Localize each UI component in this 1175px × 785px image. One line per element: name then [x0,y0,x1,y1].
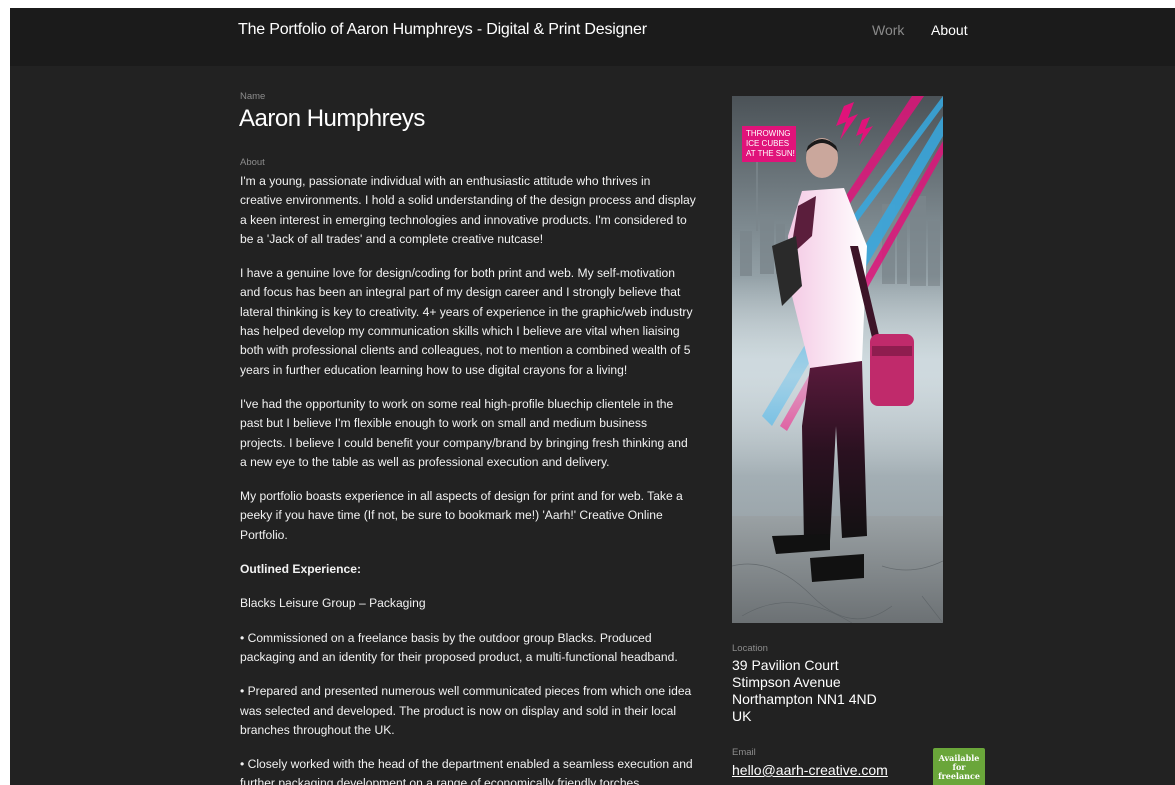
badge-line: freelance [938,771,980,781]
nav-about-link[interactable]: About [931,22,968,38]
sign-line: THROWING [746,129,790,138]
email-label: Email [732,747,756,758]
experience-heading: Outlined Experience: [240,562,361,577]
experience-item: • Prepared and presented numerous well c… [240,684,692,737]
nav-work-link[interactable]: Work [872,22,904,38]
location-label: Location [732,643,768,654]
about-paragraph: I've had the opportunity to work on some… [240,396,688,469]
address-line: Northampton NN1 4ND [732,691,877,707]
experience-item: Blacks Leisure Group – Packaging [240,596,426,611]
location-address: 39 Pavilion Court Stimpson Avenue Northa… [732,657,877,725]
profile-photo: THROWING ICE CUBES AT THE SUN! [732,96,943,623]
address-line: Stimpson Avenue [732,674,841,690]
sign-line: ICE CUBES [746,139,789,148]
experience-item: • Closely worked with the head of the de… [240,757,693,785]
sign-line: AT THE SUN! [746,149,795,158]
about-paragraph: I'm a young, passionate individual with … [240,174,696,246]
email-link[interactable]: hello@aarh-creative.com [732,762,888,778]
about-label: About [240,157,265,168]
address-line: 39 Pavilion Court [732,657,839,673]
about-paragraph: I have a genuine love for design/coding … [240,266,693,377]
about-paragraph: My portfolio boasts experience in all as… [240,489,683,542]
about-body: I'm a young, passionate individual with … [240,172,696,785]
available-for-freelance-badge[interactable]: Available for freelance [933,748,985,785]
address-line: UK [732,708,752,724]
site-title: The Portfolio of Aaron Humphreys - Digit… [238,21,647,38]
experience-item: • Commissioned on a freelance basis by t… [240,630,678,664]
name-label: Name [240,91,266,102]
profile-name: Aaron Humphreys [239,105,425,132]
profile-photo-illustration: THROWING ICE CUBES AT THE SUN! [732,96,943,623]
site-header: The Portfolio of Aaron Humphreys - Digit… [10,8,1175,66]
page-frame: The Portfolio of Aaron Humphreys - Digit… [10,8,1175,785]
